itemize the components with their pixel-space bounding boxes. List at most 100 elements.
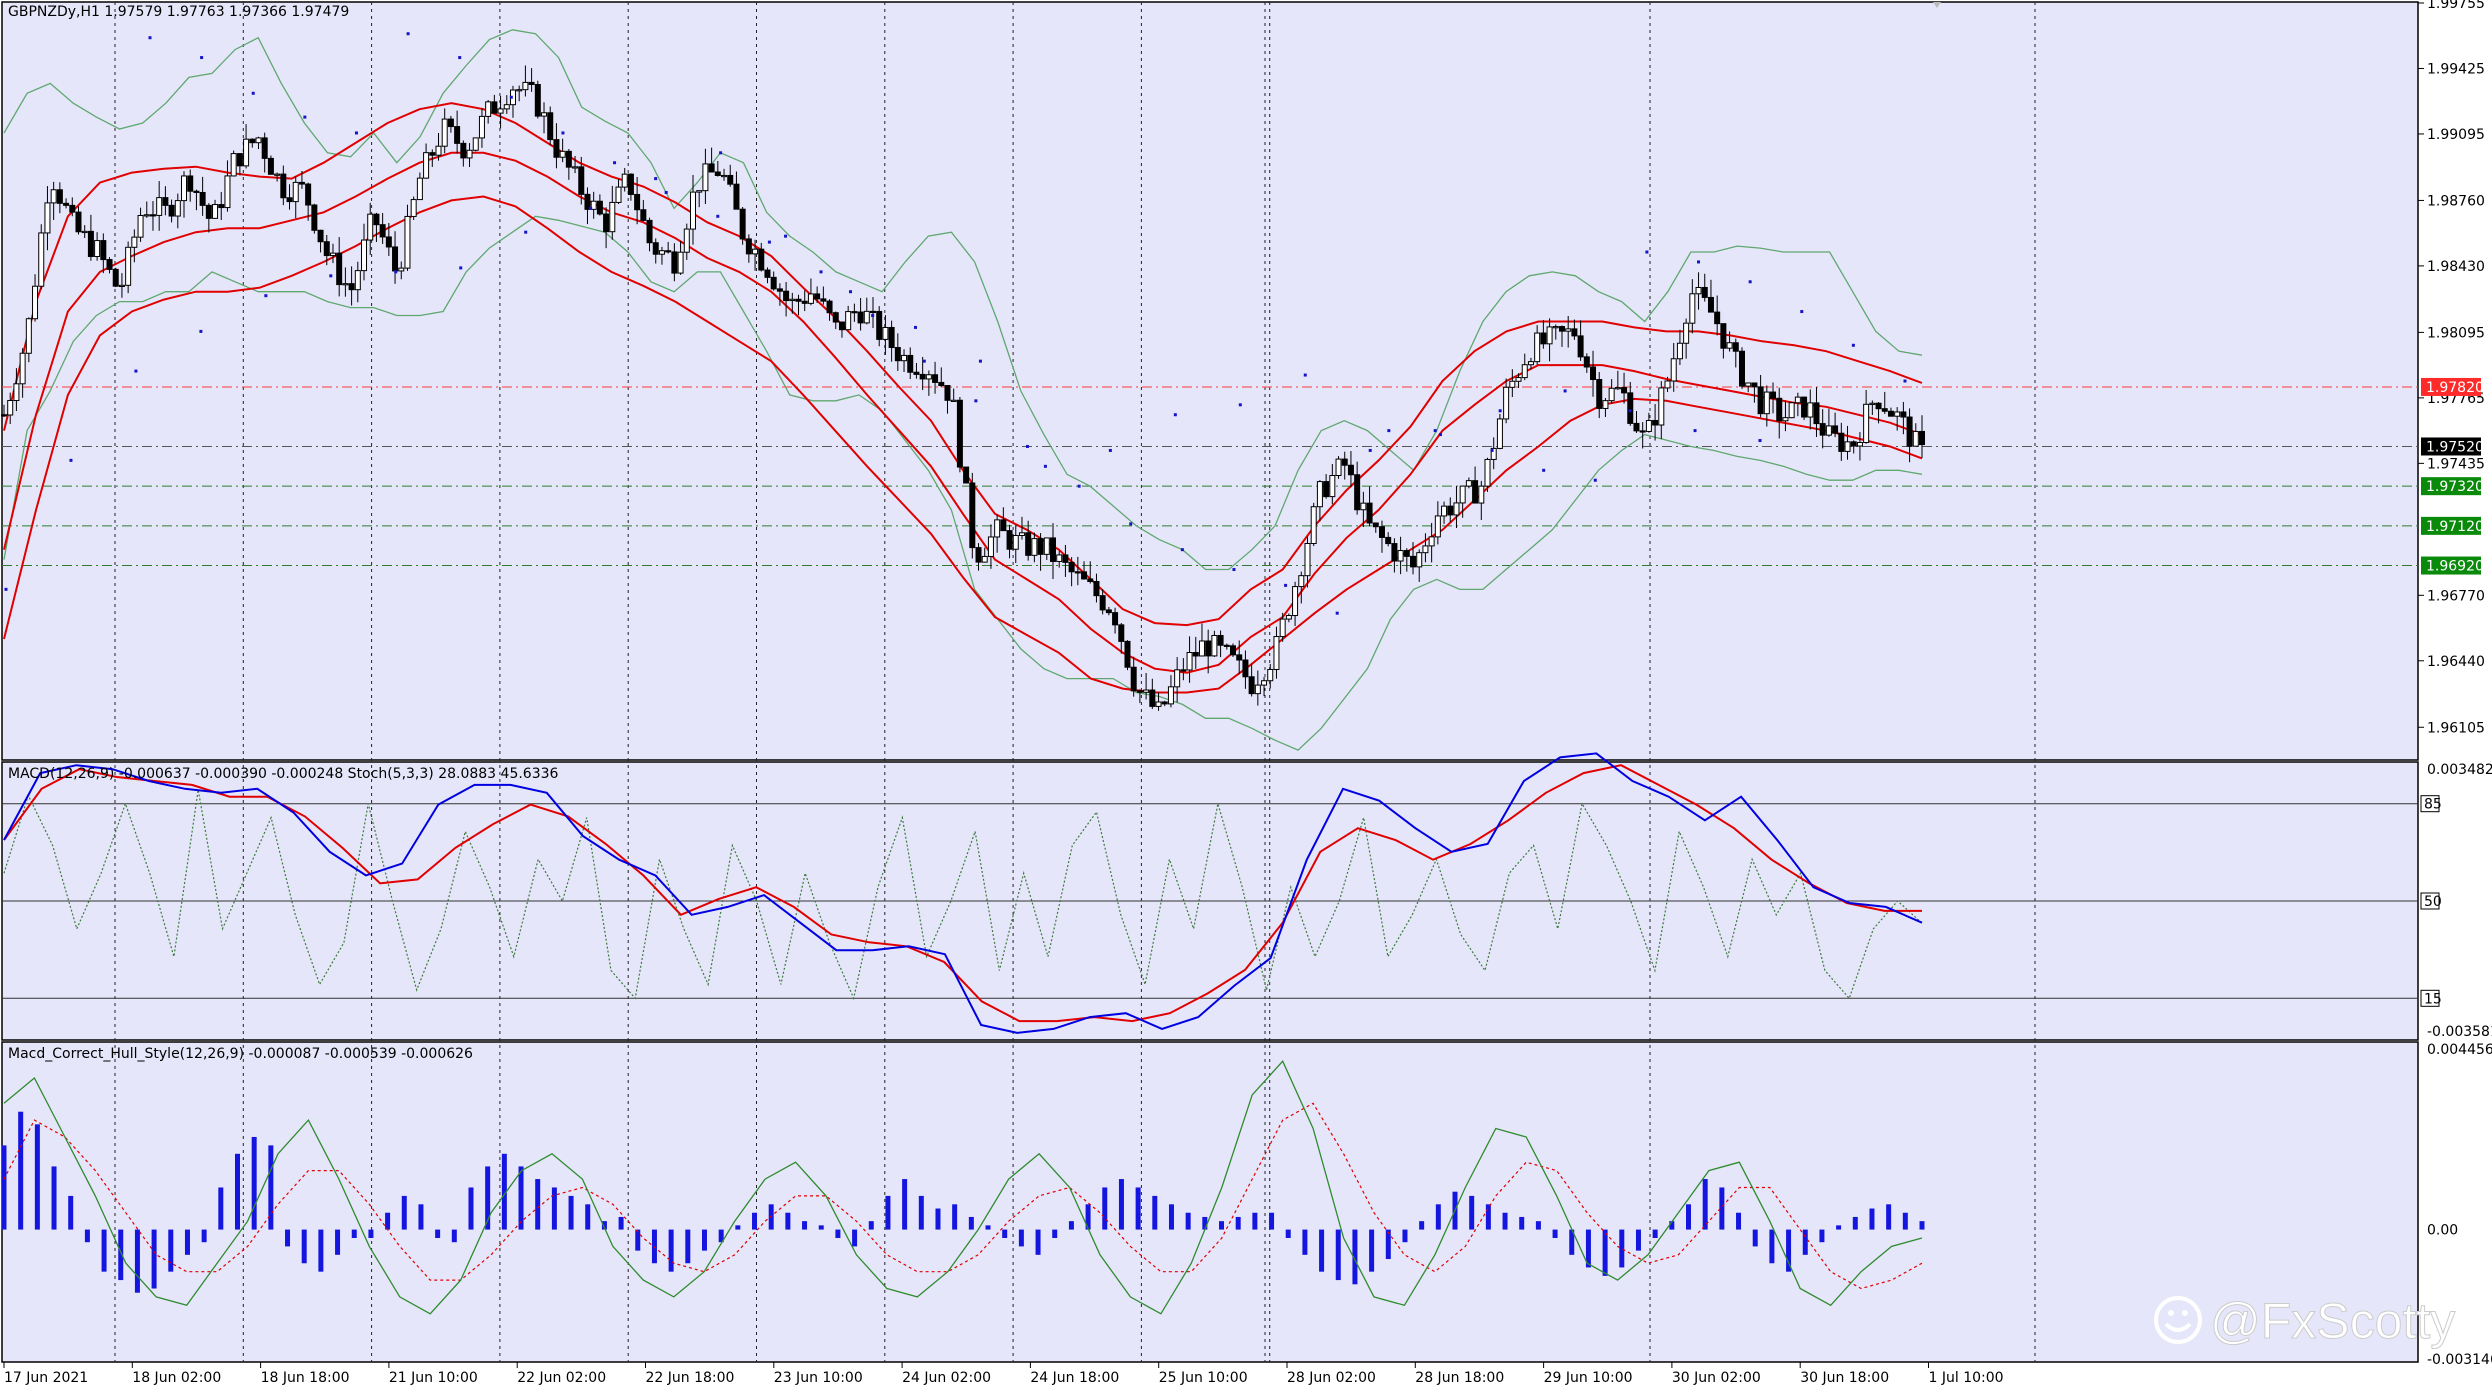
candle-body: [1683, 322, 1690, 344]
candle-body: [261, 137, 268, 159]
candle-body: [162, 197, 169, 206]
histogram-bar: [651, 1229, 657, 1264]
sar-dot: [613, 161, 617, 165]
price-tag[interactable]: 1.97520: [2421, 437, 2484, 456]
candle-body: [1242, 659, 1249, 678]
time-label: 28 Jun 18:00: [1415, 1370, 1504, 1386]
candle-body: [1, 414, 7, 417]
hull-macd-pane[interactable]: [1, 1041, 2419, 1363]
sar-dot: [1438, 433, 1442, 437]
candle-body: [1012, 535, 1019, 550]
candle-body: [1081, 571, 1088, 580]
time-label: 24 Jun 18:00: [1030, 1370, 1119, 1386]
candle-body: [118, 284, 125, 288]
histogram-bar: [1168, 1204, 1174, 1230]
sar-dot: [719, 151, 723, 155]
histogram-bar: [1602, 1229, 1608, 1276]
candle-body: [1465, 480, 1472, 487]
histogram-bar: [1635, 1229, 1641, 1251]
candle-body: [106, 259, 113, 270]
candle-body: [1652, 419, 1659, 426]
candle-body: [547, 112, 554, 141]
sar-dot: [849, 290, 853, 294]
candle-body: [553, 139, 560, 158]
sar-dot: [913, 325, 917, 329]
sar-dot: [1368, 448, 1372, 452]
histogram-bar: [1385, 1229, 1391, 1260]
histogram-bar: [1502, 1212, 1508, 1230]
histogram-bar: [435, 1229, 441, 1238]
candle-body: [1565, 328, 1572, 332]
candle-body: [795, 298, 802, 302]
histogram-bar: [285, 1229, 291, 1247]
histogram-bar: [1702, 1179, 1708, 1230]
candle-body: [1205, 640, 1212, 657]
candle-body: [689, 191, 696, 230]
candle-body: [1540, 332, 1547, 345]
histogram-bar: [885, 1195, 891, 1230]
candle-body: [311, 204, 318, 231]
candle-body: [181, 175, 188, 202]
histogram-bar: [835, 1229, 841, 1238]
candle-body: [739, 208, 746, 240]
candle-body: [1093, 580, 1100, 597]
sar-dot: [251, 91, 255, 95]
histogram-bar: [1819, 1229, 1825, 1243]
price-tag[interactable]: 1.97120: [2421, 516, 2484, 535]
candle-body: [1546, 326, 1553, 345]
histogram-bar: [468, 1187, 474, 1230]
price-tick-label: 1.99425: [2427, 61, 2485, 77]
candle-body: [329, 252, 336, 257]
histogram-bar: [1369, 1229, 1375, 1272]
candle-body: [1875, 402, 1882, 410]
candle-body: [1217, 635, 1224, 646]
candle-body: [919, 373, 926, 380]
histogram-bar: [385, 1212, 391, 1230]
histogram-bar: [918, 1195, 924, 1230]
candle-body: [658, 250, 665, 255]
candle-body: [1422, 545, 1429, 554]
candle-body: [950, 399, 957, 402]
sar-dot: [1180, 548, 1184, 552]
histogram-bar: [1118, 1179, 1124, 1230]
histogram-bar: [668, 1229, 674, 1272]
candle-body: [745, 238, 752, 255]
candle-body: [1527, 361, 1534, 366]
price-tick-label: 1.96770: [2427, 588, 2485, 604]
candle-body: [1180, 669, 1187, 672]
candle-body: [75, 211, 82, 233]
sar-dot: [1593, 478, 1597, 482]
price-tag[interactable]: 1.97320: [2421, 477, 2484, 496]
hull-tick-label: 0.00: [2427, 1223, 2458, 1239]
candle-body: [807, 293, 814, 304]
candle-body: [857, 311, 864, 324]
sar-dot: [1303, 373, 1307, 377]
candle-body: [671, 251, 678, 274]
candle-body: [404, 215, 411, 269]
candle-body: [882, 326, 889, 340]
sar-dot: [459, 266, 463, 270]
price-tag[interactable]: 1.96920: [2421, 556, 2484, 575]
histogram-bar: [535, 1179, 541, 1230]
candle-body: [876, 310, 883, 340]
histogram-bar: [985, 1225, 991, 1230]
sar-dot: [524, 230, 528, 234]
price-tag[interactable]: 1.97820: [2421, 377, 2484, 396]
histogram-bar: [635, 1229, 641, 1251]
histogram-bar: [1419, 1221, 1425, 1230]
candle-body: [1050, 537, 1057, 562]
sar-dot: [654, 177, 658, 181]
candle-body: [1844, 441, 1851, 452]
price-tag-label: 1.97520: [2426, 439, 2484, 455]
candle-body: [1794, 396, 1801, 404]
candle-body: [243, 138, 250, 167]
sar-dot: [819, 270, 823, 274]
sar-dot: [303, 115, 307, 119]
trading-chart[interactable]: GBPNZDy,H1 1.97579 1.97763 1.97366 1.974…: [0, 0, 2492, 1398]
histogram-bar: [335, 1229, 341, 1255]
candle-body: [1279, 618, 1286, 638]
candle-body: [1261, 680, 1268, 686]
candle-body: [1410, 555, 1417, 568]
candle-body: [1397, 550, 1404, 562]
candle-body: [1056, 554, 1063, 562]
